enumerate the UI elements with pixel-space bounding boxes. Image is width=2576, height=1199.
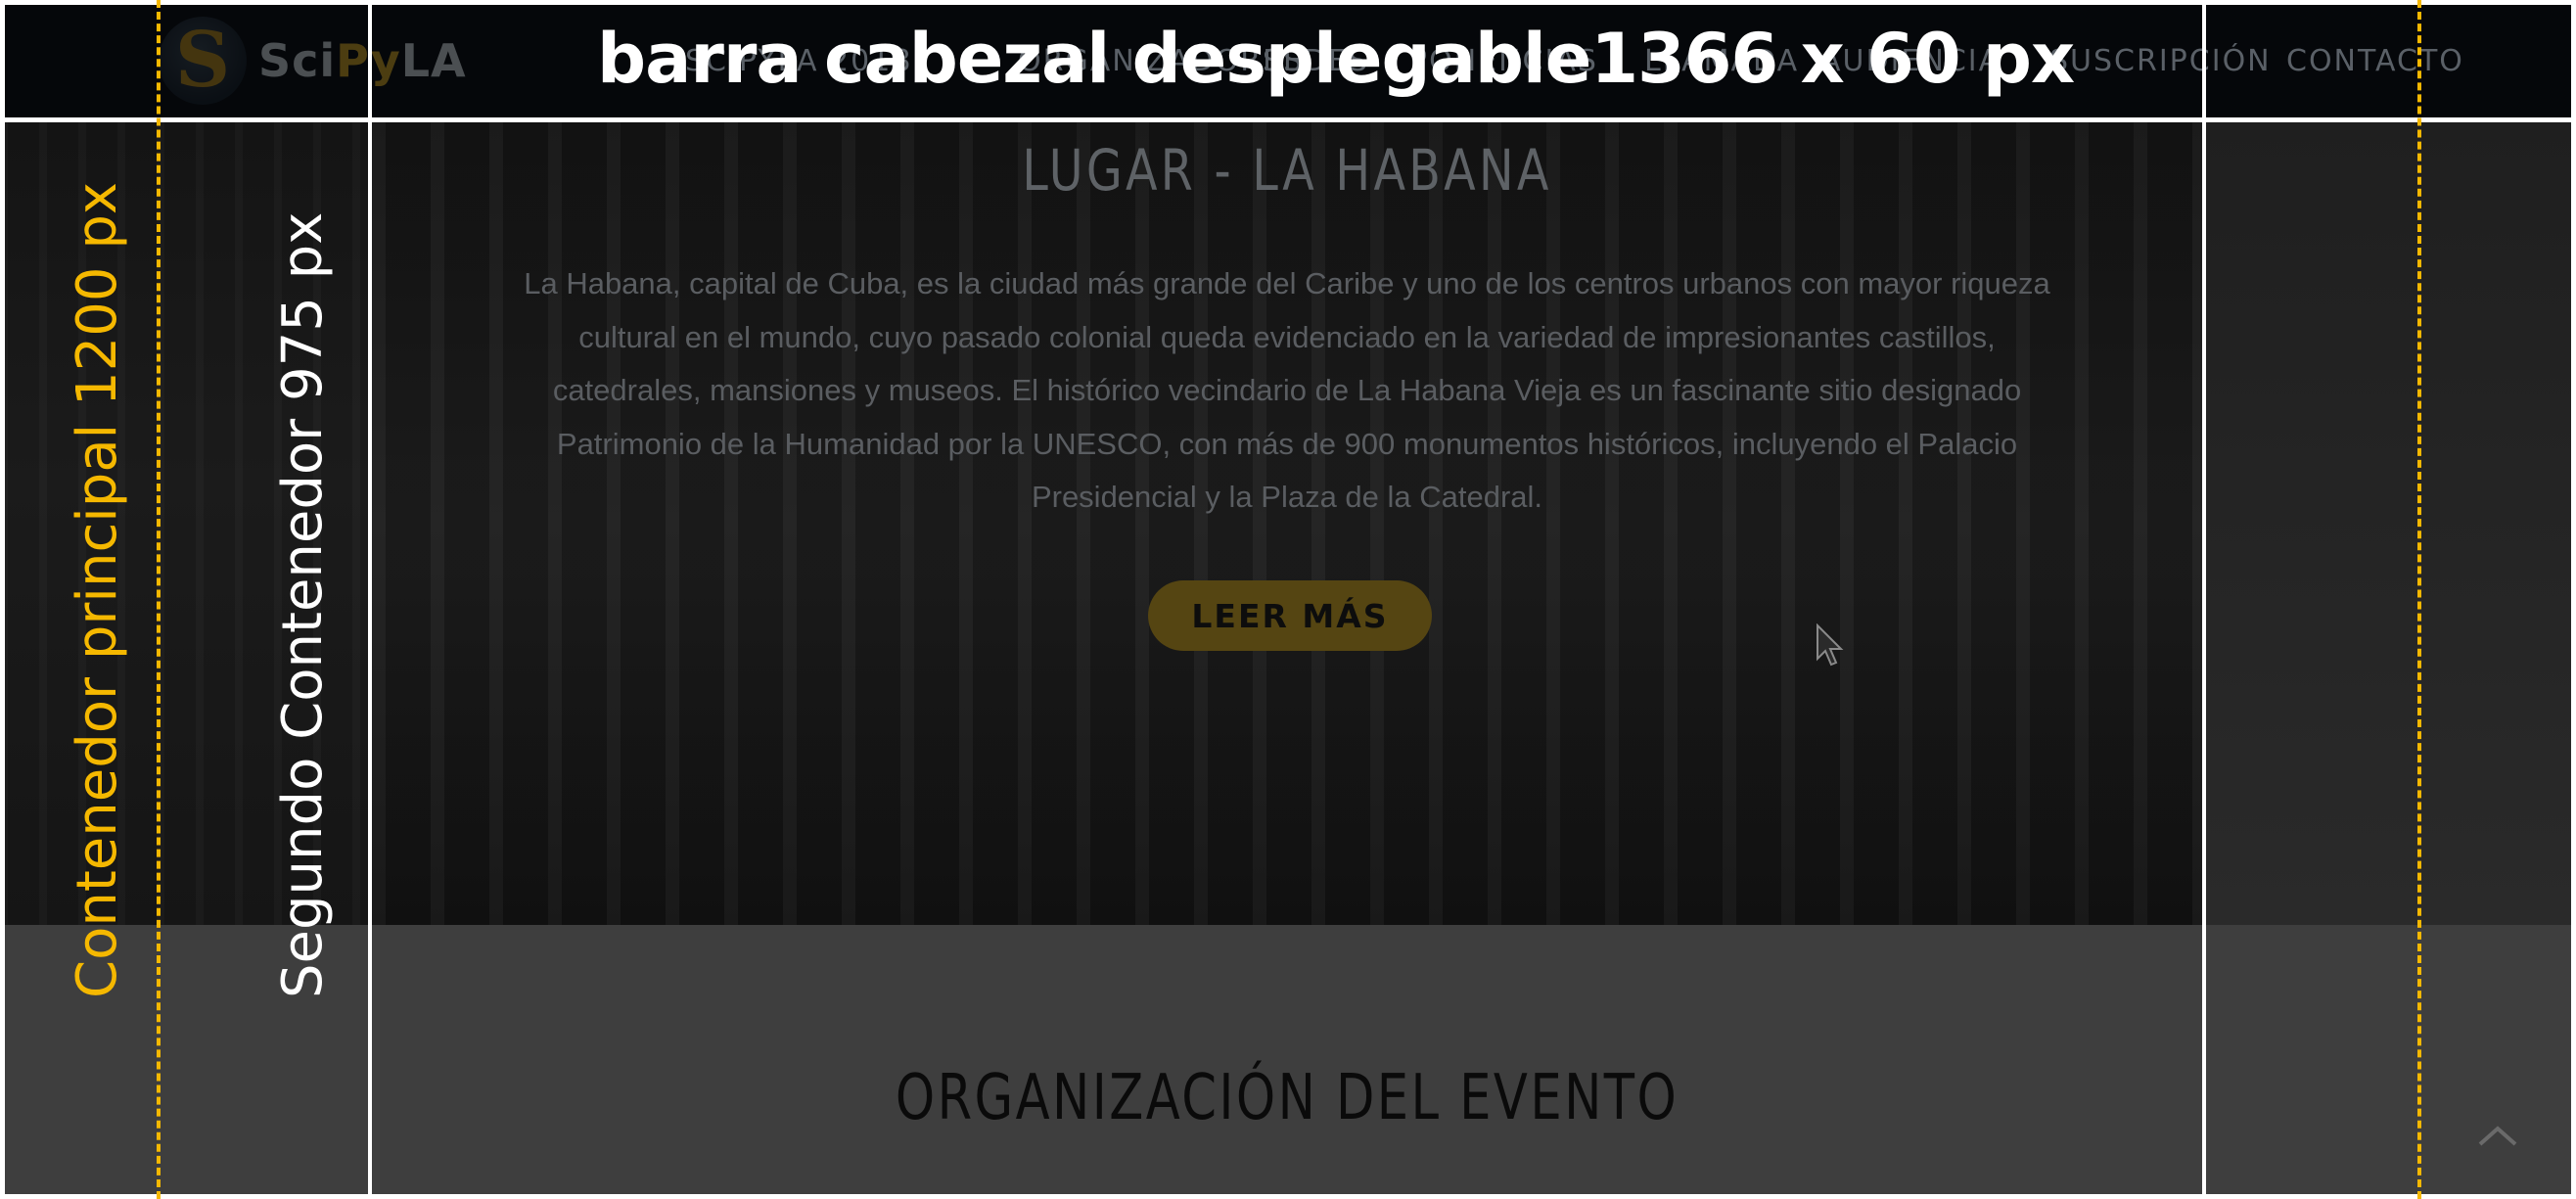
header-dimension-label: barra cabezal desplegable1366 x 60 px [597,19,2075,99]
chevron-up-icon[interactable] [2474,1121,2521,1150]
guide-main-container-right [2417,0,2421,1199]
guide-top-border [0,0,2576,5]
guide-main-container-left [157,0,161,1199]
guide-second-container-left [368,0,372,1199]
logo-text: SciPyLA [258,34,467,87]
section-title-organizacion: ORGANIZACIÓN DEL EVENTO [895,1062,1679,1134]
logo-prefix: Sci [258,33,337,87]
cursor-icon [1817,623,1844,667]
read-more-button[interactable]: LEER MÁS [1148,580,1432,651]
guide-header-bottom [0,117,2576,122]
scipyla-logo-icon: S [159,16,247,105]
nav-item-suscripcion[interactable]: Suscripción [2049,44,2272,78]
organization-section: ORGANIZACIÓN DEL EVENTO [0,925,2576,1199]
section-description: La Habana, capital de Cuba, es la ciudad… [524,266,2050,514]
main-container-label: Contenedor principal 1200 px [66,181,129,998]
logo-suffix: LA [400,33,467,87]
guide-left-border [0,0,5,1199]
guide-right-border [2571,0,2576,1199]
hero-side-panel [2202,122,2576,925]
second-container-label: Segundo Contenedor 975 px [271,211,335,998]
section-title-lugar: LUGAR - LA HABANA [1022,137,1552,204]
site-logo[interactable]: S SciPyLA [159,14,467,107]
guide-second-container-right [2202,0,2206,1199]
nav-item-contacto[interactable]: Contacto [2286,44,2464,78]
guide-bottom-border [0,1194,2576,1199]
header-bar: S SciPyLA SciPyLA 2018 Organizadores Sed… [0,0,2576,122]
